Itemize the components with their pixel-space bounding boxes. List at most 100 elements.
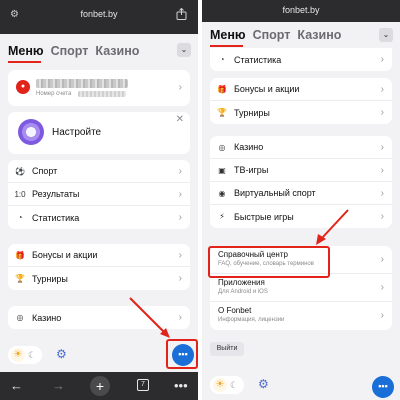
- menu-item-statistics[interactable]: ◔ Статистика ›: [8, 206, 190, 229]
- menu-group-promo: 🎁 Бонусы и акции › 🏆 Турниры ›: [8, 244, 190, 290]
- menu-item-label: Турниры: [234, 107, 270, 118]
- annotation-highlight-box: [166, 339, 198, 369]
- pie-chart-icon: ◔: [17, 213, 23, 222]
- tab-menu[interactable]: Меню: [8, 44, 44, 58]
- menu-group-statistics: ◔ Статистика ›: [210, 48, 392, 71]
- menu-item-casino[interactable]: ◎ Казино ›: [8, 306, 190, 329]
- menu-item-quick-games[interactable]: ⚡ Быстрые игры ›: [210, 205, 392, 228]
- chevron-right-icon: ›: [380, 165, 384, 176]
- menu-item-label: Виртуальный спорт: [234, 188, 316, 198]
- score-icon: 1:0: [14, 189, 26, 199]
- menu-item-label: Спорт: [32, 166, 58, 176]
- chat-support-button[interactable]: •••: [372, 376, 394, 398]
- right-screenshot: fonbet.by Меню Спорт Казино ⌄ ◔ Статисти…: [202, 0, 400, 400]
- chevron-right-icon: ›: [380, 142, 384, 153]
- menu-item-label: Статистика: [234, 54, 282, 65]
- chevron-right-icon: ›: [178, 273, 182, 284]
- menu-item-bonuses[interactable]: 🎁 Бонусы и акции ›: [210, 78, 392, 101]
- menu-item-sport[interactable]: ⚽ Спорт ›: [8, 160, 190, 183]
- trophy-icon: 🏆: [15, 274, 25, 283]
- tab-sport[interactable]: Спорт: [51, 44, 89, 58]
- account-card[interactable]: ● Номер счета ›: [8, 70, 190, 106]
- theme-toggle[interactable]: ☀ ☾: [210, 376, 244, 394]
- active-tab-indicator: [8, 61, 41, 63]
- menu-item-results[interactable]: 1:0 Результаты ›: [8, 183, 190, 206]
- back-arrow-icon[interactable]: ←: [10, 378, 23, 394]
- url-text[interactable]: fonbet.by: [0, 9, 198, 19]
- menu-item-tournaments[interactable]: 🏆 Турниры ›: [8, 267, 190, 290]
- tv-icon: ▣: [218, 165, 226, 175]
- chevron-right-icon: ›: [178, 250, 182, 261]
- moon-icon: ☾: [230, 380, 239, 390]
- collapse-icon[interactable]: ⌄: [177, 43, 191, 57]
- theme-toggle[interactable]: ☀ ☾: [8, 346, 42, 364]
- tab-casino[interactable]: Казино: [297, 28, 341, 42]
- menu-item-label: Быстрые игры: [234, 211, 294, 222]
- menu-item-tv-games[interactable]: ▣ ТВ-игры ›: [210, 159, 392, 182]
- gift-icon: 🎁: [15, 250, 25, 260]
- pie-chart-icon: ◔: [219, 55, 225, 64]
- account-number-label: Номер счета: [36, 91, 72, 97]
- casino-chip-icon: ◎: [218, 142, 226, 152]
- moon-icon: ☾: [28, 350, 37, 360]
- menu-item-casino[interactable]: ◎ Казино ›: [210, 136, 392, 159]
- new-tab-icon[interactable]: +: [90, 376, 110, 396]
- left-screenshot: ⚙ fonbet.by Меню Спорт Казино ⌄ ● Номер …: [0, 0, 198, 400]
- browser-address-bar: ⚙ fonbet.by: [0, 0, 198, 34]
- more-icon[interactable]: •••: [174, 378, 188, 394]
- chevron-right-icon: ›: [178, 189, 182, 200]
- setup-card[interactable]: Настройте ✕: [8, 112, 190, 154]
- menu-group-games: ◎ Казино › ▣ ТВ-игры › ◉ Виртуальный спо…: [210, 136, 392, 228]
- virtual-ball-icon: ◉: [218, 188, 226, 198]
- about-title: О Fonbet: [218, 306, 252, 315]
- forward-arrow-icon[interactable]: →: [52, 378, 65, 394]
- collapse-icon[interactable]: ⌄: [379, 28, 393, 42]
- casino-chip-icon: ◎: [16, 313, 24, 322]
- menu-item-label: Бонусы и акции: [234, 84, 300, 94]
- url-text[interactable]: fonbet.by: [202, 5, 400, 15]
- sun-icon: ☀: [213, 378, 227, 392]
- menu-item-bonuses[interactable]: 🎁 Бонусы и акции ›: [8, 244, 190, 267]
- chevron-right-icon: ›: [380, 54, 384, 65]
- gear-icon[interactable]: ⚙: [56, 347, 70, 361]
- menu-item-label: Бонусы и акции: [32, 250, 98, 260]
- menu-item-label: Результаты: [32, 189, 80, 199]
- menu-item-about[interactable]: О Fonbet Информация, лицензии ›: [210, 302, 392, 330]
- menu-item-virtual-sport[interactable]: ◉ Виртуальный спорт ›: [210, 182, 392, 205]
- tab-menu[interactable]: Меню: [210, 28, 246, 42]
- menu-item-tournaments[interactable]: 🏆 Турниры ›: [210, 101, 392, 124]
- apps-title: Приложения: [218, 278, 265, 287]
- logout-button[interactable]: Выйти: [210, 342, 244, 356]
- menu-item-label: Казино: [234, 142, 264, 152]
- chevron-right-icon: ›: [380, 188, 384, 199]
- chevron-right-icon: ›: [380, 310, 384, 321]
- menu-group-sports: ⚽ Спорт › 1:0 Результаты › ◔ Статистика …: [8, 160, 190, 229]
- chevron-right-icon: ›: [380, 254, 384, 265]
- browser-address-bar: fonbet.by: [202, 0, 400, 22]
- menu-item-statistics[interactable]: ◔ Статистика ›: [210, 48, 392, 71]
- tab-casino[interactable]: Казино: [95, 44, 139, 58]
- trophy-icon: 🏆: [217, 108, 227, 117]
- gear-icon[interactable]: ⚙: [258, 377, 272, 391]
- tab-sport[interactable]: Спорт: [253, 28, 291, 42]
- annotation-highlight-box: [208, 246, 330, 278]
- settings-gear-illustration-icon: [18, 119, 44, 145]
- chevron-right-icon: ›: [380, 211, 384, 222]
- chevron-right-icon: ›: [178, 212, 182, 223]
- browser-toolbar: ← → + 7 •••: [0, 372, 198, 400]
- chevron-right-icon: ›: [178, 166, 182, 177]
- tab-count-icon[interactable]: 7: [137, 379, 149, 391]
- chevron-right-icon: ›: [380, 282, 384, 293]
- menu-item-label: Статистика: [32, 212, 80, 223]
- menu-group-casino: ◎ Казино ›: [8, 306, 190, 329]
- account-name-redacted: [36, 79, 128, 88]
- account-number-redacted: [78, 91, 126, 97]
- chevron-right-icon: ›: [178, 312, 182, 323]
- share-icon[interactable]: [176, 8, 187, 20]
- setup-label: Настройте: [52, 127, 102, 138]
- apps-subtitle: Для Android и iOS: [218, 289, 268, 295]
- menu-item-label: Казино: [32, 312, 62, 323]
- menu-item-label: ТВ-игры: [234, 165, 269, 175]
- menu-item-apps[interactable]: Приложения Для Android и iOS ›: [210, 274, 392, 302]
- close-icon[interactable]: ✕: [176, 114, 184, 125]
